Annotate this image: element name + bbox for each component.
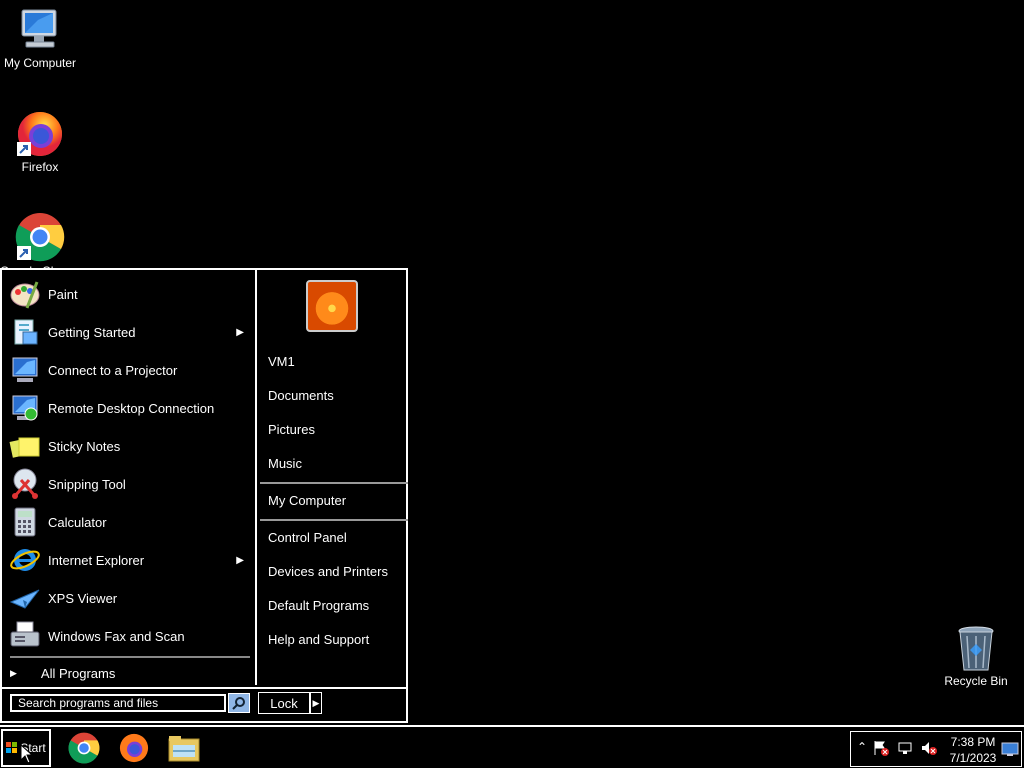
- desktop-icon-firefox[interactable]: Firefox: [0, 110, 80, 174]
- separator: [10, 656, 250, 658]
- separator: [2, 687, 406, 689]
- desktop-icon-label: Firefox: [21, 160, 59, 174]
- link-documents[interactable]: Documents: [268, 388, 334, 403]
- chrome-icon: [15, 213, 65, 262]
- show-hidden-icons-icon[interactable]: ⌃: [857, 740, 867, 754]
- calculator-icon: [8, 505, 42, 539]
- projector-icon: [8, 353, 42, 387]
- clock-date: 7/1/2023: [949, 751, 997, 765]
- paint-icon: [8, 277, 42, 311]
- internet-explorer-icon: [8, 543, 42, 577]
- pane-divider: [255, 270, 257, 685]
- separator: [260, 519, 408, 521]
- action-center-flag-icon[interactable]: [873, 740, 889, 756]
- chevron-right-icon: ▶: [312, 697, 320, 708]
- fax-scan-icon: [8, 619, 42, 653]
- desktop-icon-label: Recycle Bin: [944, 674, 1008, 688]
- menu-item-remote-desktop[interactable]: Remote Desktop Connection: [8, 390, 248, 426]
- submenu-arrow-icon: ▶: [236, 326, 244, 338]
- windows-logo-icon: [6, 742, 18, 753]
- link-default-programs[interactable]: Default Programs: [268, 598, 369, 613]
- desktop-icon-label: My Computer: [3, 56, 77, 70]
- computer-icon: [21, 9, 57, 48]
- getting-started-icon: [8, 315, 42, 349]
- menu-item-sticky-notes[interactable]: Sticky Notes: [8, 428, 248, 464]
- system-tray: ⌃ 7:38 PM 7/1/2023: [850, 731, 1022, 767]
- link-user-folder[interactable]: VM1: [268, 354, 295, 369]
- lock-button[interactable]: Lock: [258, 692, 310, 714]
- places-pane: VM1 Documents Pictures Music My Computer…: [258, 270, 408, 685]
- recycle-bin-icon: [958, 626, 994, 671]
- link-my-computer[interactable]: My Computer: [268, 493, 346, 508]
- menu-item-xps-viewer[interactable]: XPS Viewer: [8, 580, 248, 616]
- shutdown-options-button[interactable]: ▶: [310, 692, 322, 714]
- menu-item-calculator[interactable]: Calculator: [8, 504, 248, 540]
- link-music[interactable]: Music: [268, 456, 302, 471]
- search-input[interactable]: Search programs and files: [10, 694, 226, 712]
- clock[interactable]: 7:38 PM 7/1/2023: [947, 734, 999, 766]
- link-pictures[interactable]: Pictures: [268, 422, 315, 437]
- search-button[interactable]: [228, 693, 250, 713]
- taskbar-file-explorer[interactable]: [166, 731, 202, 765]
- menu-item-internet-explorer[interactable]: Internet Explorer ▶: [8, 542, 248, 578]
- menu-item-connect-projector[interactable]: Connect to a Projector: [8, 352, 248, 388]
- start-menu: Paint Getting Started ▶ Connect to a Pro…: [0, 268, 408, 723]
- desktop-icon-my-computer[interactable]: My Computer: [0, 8, 80, 70]
- separator: [260, 482, 408, 484]
- clock-time: 7:38 PM: [950, 735, 996, 749]
- network-icon[interactable]: [897, 740, 913, 756]
- firefox-icon: [119, 733, 149, 763]
- all-programs-button[interactable]: ▶ All Programs: [10, 666, 115, 681]
- remote-desktop-icon: [8, 391, 42, 425]
- file-explorer-icon: [168, 736, 200, 762]
- taskbar-chrome[interactable]: [66, 731, 102, 765]
- taskbar-firefox[interactable]: [116, 731, 152, 765]
- link-control-panel[interactable]: Control Panel: [268, 530, 347, 545]
- user-avatar[interactable]: [306, 280, 358, 332]
- menu-item-fax-scan[interactable]: Windows Fax and Scan: [8, 618, 248, 654]
- show-desktop-icon[interactable]: [1001, 740, 1019, 758]
- expand-arrow-icon: ▶: [10, 668, 17, 678]
- programs-pane: Paint Getting Started ▶ Connect to a Pro…: [2, 270, 254, 685]
- chrome-icon: [68, 732, 100, 764]
- menu-item-paint[interactable]: Paint: [8, 276, 248, 312]
- link-help-support[interactable]: Help and Support: [268, 632, 369, 647]
- menu-item-snipping-tool[interactable]: Snipping Tool: [8, 466, 248, 502]
- volume-muted-icon[interactable]: [921, 740, 937, 756]
- link-devices-printers[interactable]: Devices and Printers: [268, 564, 388, 579]
- firefox-icon: [17, 112, 62, 156]
- search-icon: [232, 697, 245, 710]
- snipping-tool-icon: [8, 467, 42, 501]
- sticky-notes-icon: [8, 429, 42, 463]
- desktop-icon-recycle-bin[interactable]: Recycle Bin: [936, 626, 1016, 688]
- mouse-cursor-icon: [20, 744, 32, 764]
- taskbar: Start ⌃ 7:38 PM 7/1/2023: [0, 725, 1024, 768]
- submenu-arrow-icon: ▶: [236, 554, 244, 566]
- xps-viewer-icon: [8, 581, 42, 615]
- menu-item-getting-started[interactable]: Getting Started ▶: [8, 314, 248, 350]
